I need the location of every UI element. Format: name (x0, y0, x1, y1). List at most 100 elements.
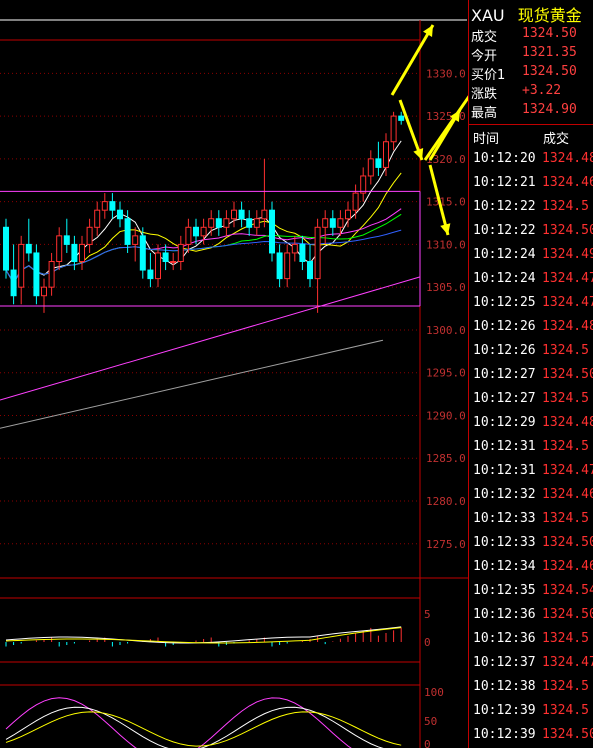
candle-body (307, 261, 313, 280)
tick-row: 10:12:25 1324.47 (469, 292, 593, 316)
tick-time: 10:12:22 (473, 199, 536, 214)
candle-body (360, 175, 367, 194)
tick-time: 10:12:22 (473, 223, 536, 238)
quote-panel: XAU 现货黄金 成交 1324.50 今开 1321.35 买价1 1324.50 涨跌 +… (468, 0, 593, 748)
tick-price: 1324.50 (542, 607, 593, 622)
kline-chart[interactable]: 1330.01325.01320.01315.01310.01305.01300… (0, 0, 468, 748)
tick-time: 10:12:24 (473, 271, 536, 286)
candle-body (314, 226, 321, 280)
tick-row: 10:12:22 1324.5 (469, 196, 593, 220)
candle-body (231, 209, 237, 220)
candle-body (284, 252, 291, 280)
candle-body (132, 235, 139, 245)
candle-body (299, 243, 306, 263)
tick-price: 1324.5 (542, 391, 589, 406)
quote-value: 1324.90 (522, 102, 577, 117)
candle-body (3, 226, 9, 271)
candlesticks (3, 111, 405, 313)
price-tick-label: 1290.0 (426, 409, 466, 422)
candle-body (253, 218, 260, 228)
price-tick-label: 1310.0 (426, 238, 466, 251)
tick-row: 10:12:24 1324.49 (469, 244, 593, 268)
tick-time: 10:12:36 (473, 631, 536, 646)
tick-price: 1324.47 (542, 295, 593, 310)
candle-body (238, 209, 245, 220)
tick-price: 1324.49 (542, 247, 593, 262)
quote-value: 1324.50 (522, 64, 577, 79)
tick-time: 10:12:31 (473, 439, 536, 454)
macd-axis-label: 5 (424, 608, 431, 621)
quote-row: 最高 1324.90 (469, 102, 593, 121)
candle-body (398, 115, 405, 121)
ticks-header-price: 成交 (543, 132, 570, 147)
price-tick-label: 1300.0 (426, 324, 466, 337)
candle-body (86, 226, 93, 245)
tick-price: 1324.5 (542, 343, 589, 358)
tick-time: 10:12:24 (473, 247, 536, 262)
candle-body (345, 209, 351, 220)
candle-body (352, 192, 359, 211)
candle-body (177, 243, 184, 263)
tick-price: 1324.5 (542, 439, 589, 454)
tick-time: 10:12:27 (473, 367, 536, 382)
tick-time: 10:12:27 (473, 391, 536, 406)
arrow-shaft (423, 95, 468, 161)
quote-row: 买价1 1324.50 (469, 64, 593, 83)
macd-axis-label: 0 (424, 636, 431, 649)
candle-body (162, 252, 169, 263)
tick-time: 10:12:32 (473, 487, 536, 502)
kdj-k-line (5, 706, 384, 748)
kdj-axis-label: 0 (424, 738, 431, 748)
tick-price: 1324.47 (542, 463, 593, 478)
ticks-header-time: 时间 (473, 132, 500, 147)
price-tick-label: 1295.0 (426, 367, 466, 380)
candle-body (383, 141, 389, 168)
ticks-header: 时间 成交 (469, 124, 593, 147)
tick-time: 10:12:33 (473, 511, 536, 526)
tick-price: 1324.48 (542, 415, 593, 430)
tick-time: 10:12:20 (473, 151, 536, 166)
tick-row: 10:12:20 1324.48 (469, 148, 593, 172)
tick-row: 10:12:21 1324.46 (469, 172, 593, 196)
tick-price: 1324.50 (542, 223, 593, 238)
tick-time: 10:12:21 (473, 175, 536, 190)
tick-price: 1324.50 (542, 727, 593, 742)
candle-body (215, 218, 222, 228)
tick-time: 10:12:33 (473, 535, 536, 550)
tick-price: 1324.5 (542, 679, 589, 694)
quote-row: 成交 1324.50 (469, 26, 593, 45)
quote-label: 最高 (471, 106, 498, 121)
candle-body (193, 226, 199, 237)
quote-label: 买价1 (471, 68, 506, 83)
tick-row: 10:12:36 1324.5 (469, 628, 593, 652)
tick-time: 10:12:36 (473, 607, 536, 622)
price-tick-label: 1285.0 (426, 452, 466, 465)
price-tick-label: 1315.0 (426, 196, 466, 209)
tick-row: 10:12:29 1324.48 (469, 412, 593, 436)
candle-body (375, 158, 382, 168)
candle-body (291, 243, 298, 254)
candle-body (33, 252, 40, 297)
tick-row: 10:12:32 1324.46 (469, 484, 593, 508)
candle-body (94, 209, 101, 228)
quote-row: 涨跌 +3.22 (469, 83, 593, 102)
tick-time: 10:12:25 (473, 295, 536, 310)
tick-time: 10:12:39 (473, 727, 536, 742)
instrument-name: 现货黄金 (517, 6, 582, 25)
tick-row: 10:12:39 1324.5 (469, 700, 593, 724)
quote-value: 1321.35 (522, 45, 577, 60)
tick-price: 1324.50 (542, 367, 593, 382)
price-tick-label: 1280.0 (426, 495, 466, 508)
candle-body (147, 269, 154, 280)
tick-row: 10:12:31 1324.47 (469, 460, 593, 484)
tick-price: 1324.46 (542, 487, 593, 502)
candle-body (276, 252, 283, 280)
candle-body (124, 218, 131, 245)
quote-label: 今开 (471, 49, 498, 64)
kdj-panel: 100 50 0 (5, 686, 444, 748)
tick-row: 10:12:27 1324.5 (469, 388, 593, 412)
tick-price: 1324.48 (542, 319, 593, 334)
candle-body (139, 235, 146, 271)
kdj-axis-label: 100 (424, 686, 444, 699)
tick-price: 1324.5 (542, 511, 589, 526)
